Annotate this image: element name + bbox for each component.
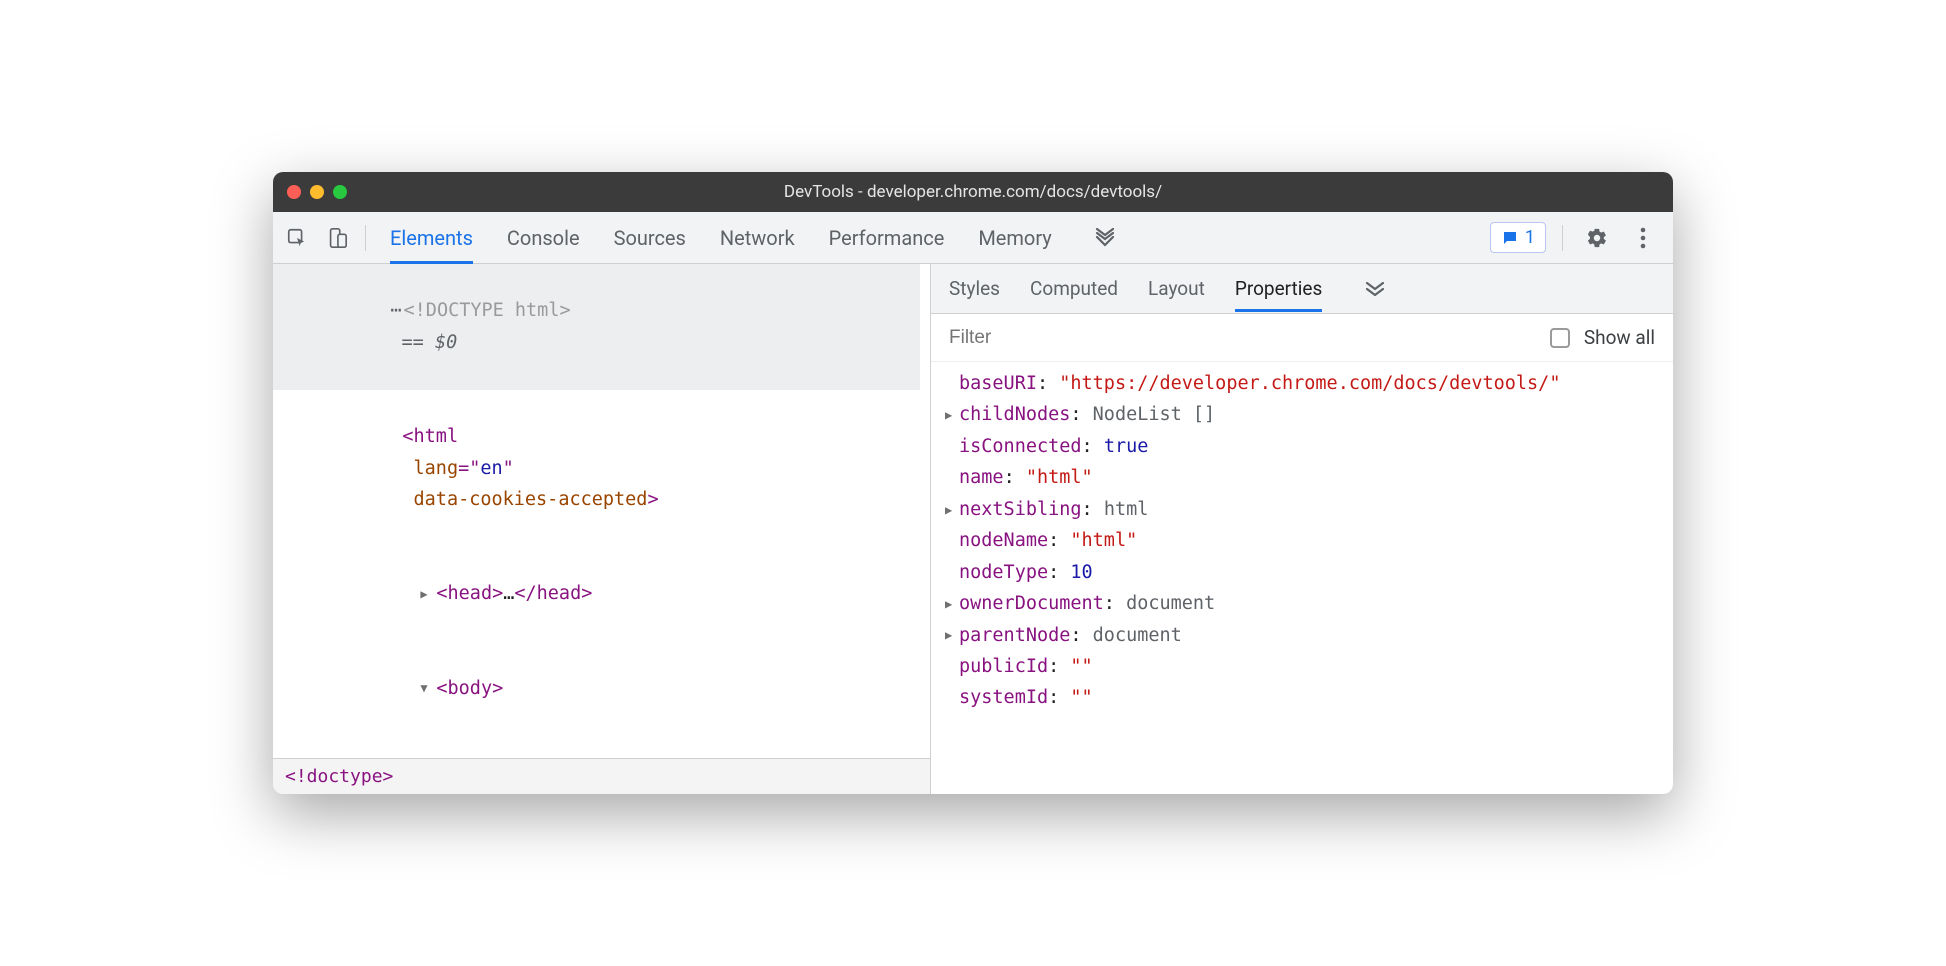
dom-node-head[interactable]: ▶<head>…</head>	[273, 547, 920, 641]
show-all-label: Show all	[1584, 326, 1655, 349]
toolbar-divider	[1562, 225, 1563, 251]
sidebar-pane: Styles Computed Layout Properties Show a…	[931, 264, 1673, 794]
properties-list[interactable]: baseURI: "https://developer.chrome.com/d…	[931, 362, 1673, 794]
property-row[interactable]: ▶parentNode: document	[945, 620, 1659, 651]
property-row[interactable]: isConnected: true	[945, 431, 1659, 462]
traffic-lights	[287, 185, 347, 199]
subtab-computed[interactable]: Computed	[1030, 266, 1118, 311]
window-title: DevTools - developer.chrome.com/docs/dev…	[273, 182, 1673, 202]
tab-performance[interactable]: Performance	[829, 214, 945, 262]
tabs-overflow-icon[interactable]	[1086, 234, 1124, 242]
devtools-window: DevTools - developer.chrome.com/docs/dev…	[273, 172, 1673, 794]
property-row[interactable]: ▶childNodes: NodeList []	[945, 399, 1659, 430]
minimize-window-button[interactable]	[310, 185, 324, 199]
property-row[interactable]: publicId: ""	[945, 651, 1659, 682]
toolbar-divider	[365, 225, 366, 251]
subtabs-overflow-icon[interactable]	[1356, 282, 1394, 296]
property-row[interactable]: ▶nextSibling: html	[945, 494, 1659, 525]
device-toolbar-icon[interactable]	[319, 220, 355, 256]
property-row[interactable]: name: "html"	[945, 462, 1659, 493]
close-window-button[interactable]	[287, 185, 301, 199]
issues-button[interactable]: 1	[1490, 222, 1546, 253]
issues-count: 1	[1525, 227, 1535, 248]
dom-breadcrumb[interactable]: <!doctype>	[273, 758, 930, 794]
subtab-styles[interactable]: Styles	[949, 266, 1000, 311]
tab-memory[interactable]: Memory	[978, 214, 1051, 262]
dom-node-body[interactable]: ▼<body>	[273, 641, 920, 735]
dom-tree[interactable]: ⋯<!DOCTYPE html> == $0 <html lang="en" d…	[273, 264, 930, 758]
elements-pane: ⋯<!DOCTYPE html> == $0 <html lang="en" d…	[273, 264, 931, 794]
toolbar-right: 1	[1490, 220, 1667, 256]
content-area: ⋯<!DOCTYPE html> == $0 <html lang="en" d…	[273, 264, 1673, 794]
sidebar-tabs: Styles Computed Layout Properties	[931, 264, 1673, 314]
filter-input[interactable]	[949, 327, 1536, 349]
tab-network[interactable]: Network	[720, 214, 795, 262]
panel-tabs: Elements Console Sources Network Perform…	[390, 214, 1486, 262]
dom-node-div-scaffold[interactable]: ▼<div class="scaffold"> grid	[273, 736, 920, 758]
maximize-window-button[interactable]	[333, 185, 347, 199]
tab-console[interactable]: Console	[507, 214, 580, 262]
tab-elements[interactable]: Elements	[390, 214, 473, 262]
settings-icon[interactable]	[1579, 220, 1615, 256]
more-options-icon[interactable]	[1625, 220, 1661, 256]
show-all-checkbox[interactable]	[1550, 328, 1570, 348]
filter-row: Show all	[931, 314, 1673, 362]
dom-node-html[interactable]: <html lang="en" data-cookies-accepted>	[273, 390, 920, 547]
subtab-properties[interactable]: Properties	[1235, 266, 1322, 311]
window-titlebar: DevTools - developer.chrome.com/docs/dev…	[273, 172, 1673, 212]
property-row[interactable]: baseURI: "https://developer.chrome.com/d…	[945, 368, 1659, 399]
inspect-element-icon[interactable]	[279, 220, 315, 256]
issues-icon	[1501, 229, 1519, 247]
main-toolbar: Elements Console Sources Network Perform…	[273, 212, 1673, 264]
dom-node-doctype[interactable]: ⋯<!DOCTYPE html> == $0	[273, 264, 920, 390]
tab-sources[interactable]: Sources	[614, 214, 686, 262]
subtab-layout[interactable]: Layout	[1148, 266, 1205, 311]
property-row[interactable]: ▶ownerDocument: document	[945, 588, 1659, 619]
property-row[interactable]: nodeType: 10	[945, 557, 1659, 588]
property-row[interactable]: systemId: ""	[945, 682, 1659, 713]
property-row[interactable]: nodeName: "html"	[945, 525, 1659, 556]
